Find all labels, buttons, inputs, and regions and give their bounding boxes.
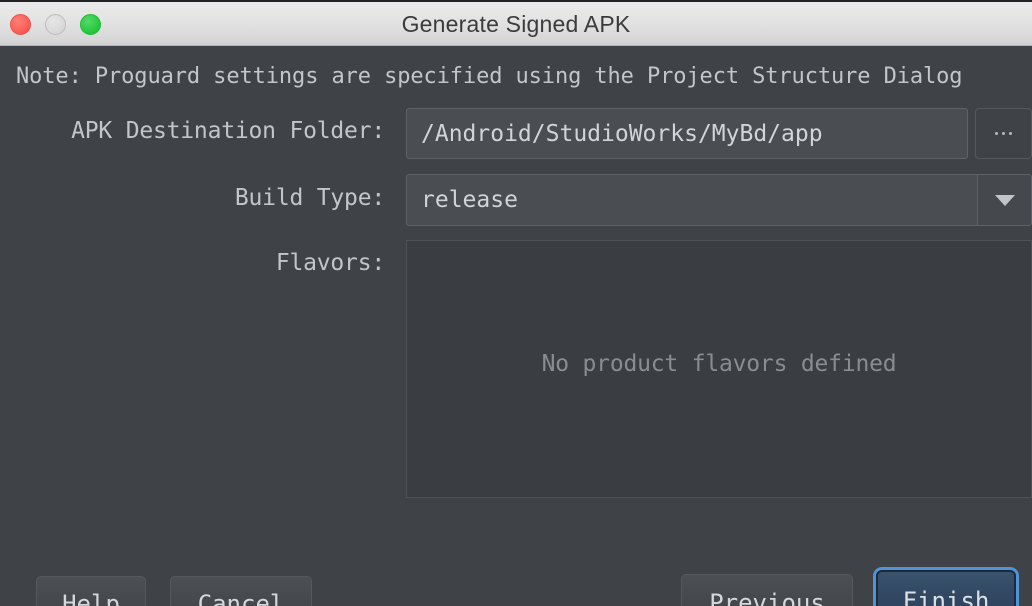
apk-destination-row: APK Destination Folder: /Android/StudioW…: [0, 108, 1032, 159]
flavors-label: Flavors:: [275, 250, 385, 276]
build-type-select[interactable]: release: [406, 174, 1032, 226]
dialog-body: Note: Proguard settings are specified us…: [0, 46, 1032, 606]
apk-destination-browse-button[interactable]: [975, 108, 1032, 159]
generate-signed-apk-dialog: Generate Signed APK Note: Proguard setti…: [0, 0, 1032, 606]
help-button[interactable]: Help: [36, 576, 146, 606]
proguard-note: Note: Proguard settings are specified us…: [16, 64, 963, 89]
cancel-button[interactable]: Cancel: [170, 576, 312, 606]
ellipsis-icon: [995, 132, 998, 135]
ellipsis-icon: [1009, 132, 1012, 135]
previous-button[interactable]: Previous: [681, 574, 853, 606]
build-type-label: Build Type:: [234, 185, 385, 211]
build-type-dropdown-button[interactable]: [977, 175, 1031, 225]
finish-button[interactable]: Finish: [876, 570, 1016, 606]
build-type-row: Build Type: release: [0, 174, 1032, 226]
flavors-row: Flavors: No product flavors defined: [0, 240, 1032, 498]
window-titlebar: Generate Signed APK: [0, 0, 1032, 46]
apk-destination-label: APK Destination Folder:: [71, 118, 385, 144]
chevron-down-icon: [994, 194, 1015, 206]
flavors-empty-message: No product flavors defined: [541, 351, 897, 377]
apk-destination-input[interactable]: /Android/StudioWorks/MyBd/app: [406, 108, 968, 159]
window-title: Generate Signed APK: [401, 11, 631, 37]
ellipsis-icon: [1002, 132, 1005, 135]
build-type-value: release: [421, 187, 518, 213]
flavors-list[interactable]: No product flavors defined: [406, 240, 1032, 498]
